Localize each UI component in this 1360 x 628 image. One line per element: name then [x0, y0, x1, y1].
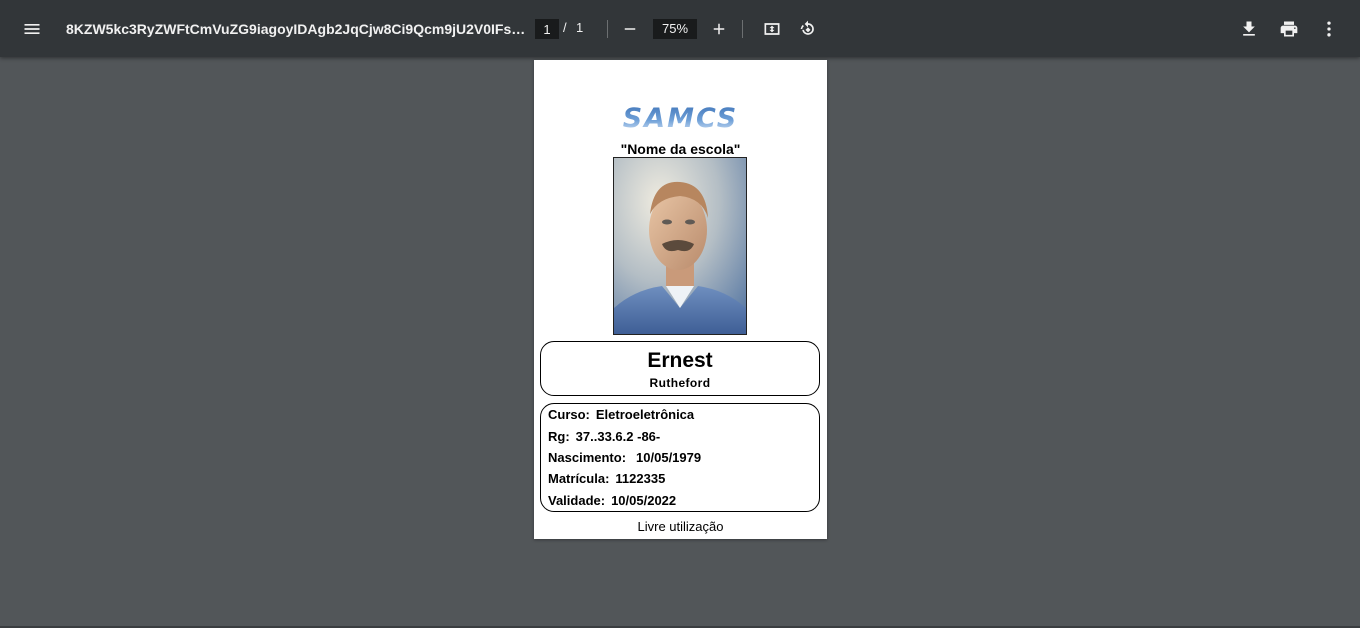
registration-label: Matrícula: — [548, 471, 610, 486]
zoom-in-button[interactable] — [701, 11, 737, 47]
school-logo: SAMCS — [534, 104, 827, 134]
fit-page-button[interactable] — [754, 11, 790, 47]
rg-label: Rg: — [548, 429, 570, 444]
student-first-name: Ernest — [647, 349, 713, 372]
validity-row: Validade: 10/05/2022 — [548, 493, 676, 508]
more-vert-icon — [1327, 21, 1331, 37]
footer-note: Livre utilização — [637, 519, 724, 534]
rg-row: Rg: 37..33.6.2 -86- — [548, 429, 660, 444]
validity-label: Validade: — [548, 493, 606, 508]
birth-row: Nascimento: 10/05/1979 — [548, 450, 701, 465]
logo-text: SAMCS — [622, 103, 739, 134]
birth-label: Nascimento: — [548, 450, 627, 465]
name-box: Ernest Rutheford — [540, 341, 820, 396]
pdf-page: SAMCS "Nome da escola" Ernest Rutheford … — [534, 60, 827, 539]
zoom-level-field[interactable]: 75% — [653, 19, 697, 39]
rotate-button[interactable] — [790, 11, 826, 47]
print-icon — [1280, 21, 1298, 37]
school-name: "Nome da escola" — [620, 141, 741, 157]
rg-value: 37..33.6.2 -86- — [575, 429, 661, 444]
fit-page-icon — [764, 23, 780, 35]
course-label: Curso: — [548, 407, 590, 422]
student-last-name: Rutheford — [649, 376, 711, 390]
menu-icon — [24, 24, 40, 34]
registration-value: 1122335 — [615, 471, 666, 486]
download-icon — [1243, 21, 1255, 36]
document-title: 8KZW5kc3RyZWFtCmVuZG9iagoyIDAgb2JqCjw8Ci… — [66, 21, 526, 37]
validity-value: 10/05/2022 — [611, 493, 677, 508]
page-number-input[interactable] — [535, 19, 559, 39]
page-separator: / — [563, 20, 567, 35]
rotate-icon — [800, 20, 814, 35]
download-button[interactable] — [1231, 11, 1267, 47]
zoom-out-icon — [624, 28, 636, 30]
pdf-toolbar: 8KZW5kc3RyZWFtCmVuZG9iagoyIDAgb2JqCjw8Ci… — [0, 0, 1360, 57]
toolbar-divider — [607, 20, 608, 38]
more-options-button[interactable] — [1311, 11, 1347, 47]
portrait-image — [614, 158, 746, 334]
birth-value: 10/05/1979 — [636, 450, 702, 465]
print-button[interactable] — [1271, 11, 1307, 47]
zoom-out-button[interactable] — [612, 11, 648, 47]
info-box: Curso: Eletroeletrônica Rg: 37..33.6.2 -86… — [540, 403, 820, 512]
zoom-in-icon — [713, 23, 725, 35]
toolbar-divider — [742, 20, 743, 38]
menu-button[interactable] — [14, 11, 50, 47]
page-total: 1 — [576, 20, 584, 35]
course-row: Curso: Eletroeletrônica — [548, 407, 694, 422]
student-photo — [613, 157, 747, 335]
course-value: Eletroeletrônica — [595, 407, 695, 422]
registration-row: Matrícula: 1122335 — [548, 471, 665, 486]
